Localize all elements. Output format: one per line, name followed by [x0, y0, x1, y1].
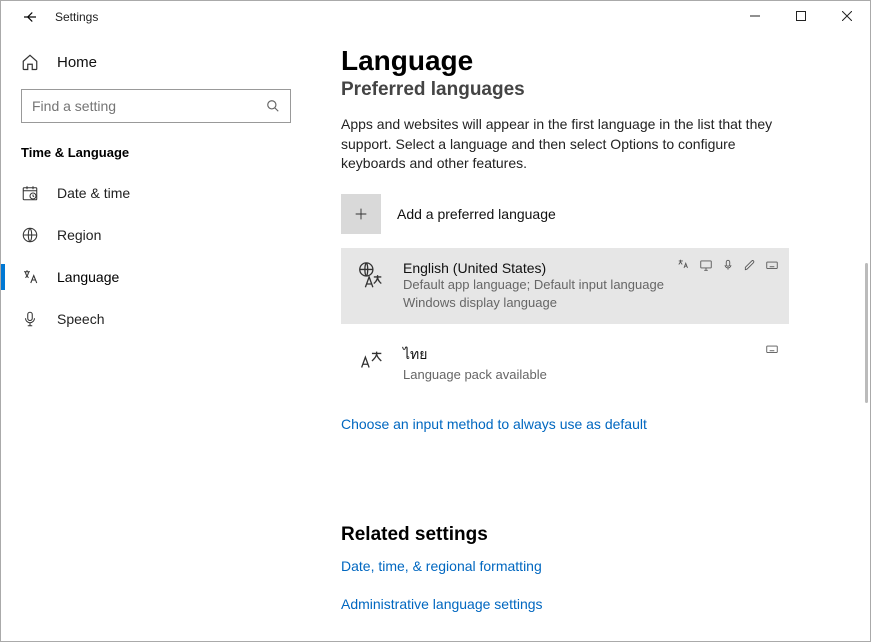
add-language-row[interactable]: Add a preferred language: [341, 194, 840, 234]
search-input[interactable]: [32, 98, 262, 114]
language-name: English (United States): [403, 260, 664, 276]
language-subtext-2: Windows display language: [403, 294, 664, 312]
close-icon: [842, 11, 852, 21]
scrollbar-thumb[interactable]: [865, 263, 868, 403]
home-icon: [21, 53, 39, 71]
minimize-icon: [750, 11, 760, 21]
related-settings-header: Related settings: [341, 524, 840, 546]
close-button[interactable]: [824, 1, 870, 31]
add-language-button[interactable]: [341, 194, 381, 234]
input-method-link[interactable]: Choose an input method to always use as …: [341, 416, 647, 432]
language-feature-badges: [677, 258, 779, 272]
nav-label: Speech: [57, 311, 104, 327]
keyboard-badge-icon: [765, 342, 779, 356]
translate-badge-icon: [677, 258, 691, 272]
search-box[interactable]: [21, 89, 291, 123]
back-button[interactable]: [15, 2, 45, 32]
maximize-icon: [796, 11, 806, 21]
maximize-button[interactable]: [778, 1, 824, 31]
window-title: Settings: [55, 10, 98, 24]
sidebar-item-language[interactable]: Language: [1, 256, 311, 298]
language-glyph-icon: [355, 260, 387, 292]
keyboard-badge-icon: [765, 258, 779, 272]
sidebar: Home Time & Language Date & time Region …: [1, 33, 311, 641]
microphone-icon: [21, 310, 39, 328]
main-panel: Language Preferred languages Apps and we…: [311, 33, 870, 641]
display-badge-icon: [699, 258, 713, 272]
sidebar-item-date-time[interactable]: Date & time: [1, 172, 311, 214]
language-subtext-1: Default app language; Default input lang…: [403, 276, 664, 294]
language-subtext-1: Language pack available: [403, 366, 547, 384]
home-nav[interactable]: Home: [1, 53, 311, 89]
handwriting-badge-icon: [743, 258, 757, 272]
related-link-admin-language[interactable]: Administrative language settings: [341, 596, 840, 612]
search-icon: [266, 99, 280, 113]
preferred-languages-header: Preferred languages: [341, 79, 840, 101]
window-controls: [732, 1, 870, 31]
calendar-clock-icon: [21, 184, 39, 202]
language-item-thai[interactable]: ไทย Language pack available: [341, 332, 789, 396]
sidebar-item-region[interactable]: Region: [1, 214, 311, 256]
add-language-label: Add a preferred language: [397, 206, 556, 222]
nav-label: Date & time: [57, 185, 130, 201]
related-link-date-time-formatting[interactable]: Date, time, & regional formatting: [341, 558, 840, 574]
sidebar-section-header: Time & Language: [1, 145, 311, 172]
language-icon: [21, 268, 39, 286]
language-feature-badges: [765, 342, 779, 356]
arrow-left-icon: [21, 8, 39, 26]
minimize-button[interactable]: [732, 1, 778, 31]
sidebar-item-speech[interactable]: Speech: [1, 298, 311, 340]
speech-badge-icon: [721, 258, 735, 272]
language-name: ไทย: [403, 344, 547, 366]
page-title: Language: [341, 45, 840, 77]
plus-icon: [353, 206, 369, 222]
home-label: Home: [57, 54, 97, 71]
nav-label: Language: [57, 269, 119, 285]
globe-icon: [21, 226, 39, 244]
nav-label: Region: [57, 227, 101, 243]
language-glyph-icon: [355, 344, 387, 376]
preferred-languages-description: Apps and websites will appear in the fir…: [341, 115, 781, 174]
language-item-english[interactable]: English (United States) Default app lang…: [341, 248, 789, 324]
